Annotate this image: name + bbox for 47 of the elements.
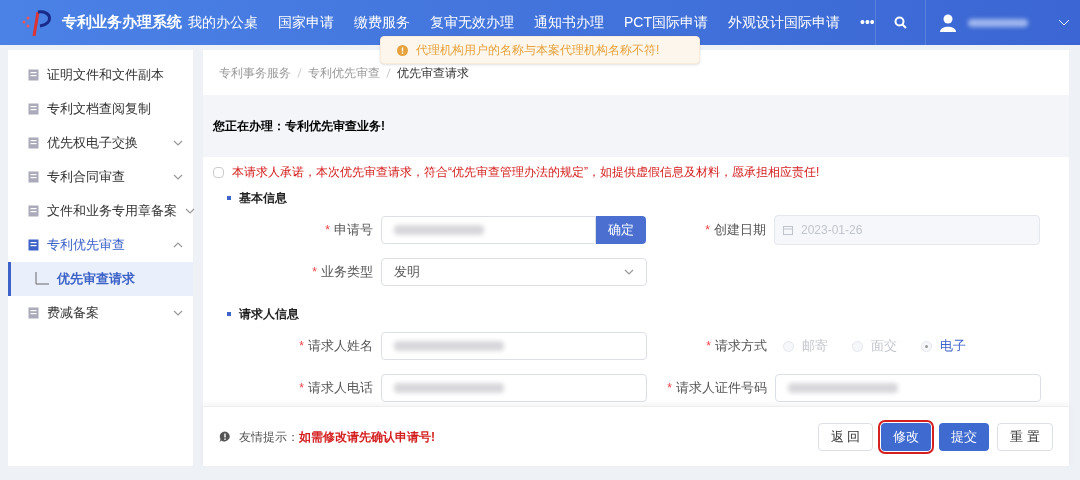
confirm-button[interactable]: 确定	[596, 216, 646, 244]
sidebar-item[interactable]: 费减备案	[8, 296, 193, 330]
field-label: 请求人姓名	[308, 337, 373, 356]
banner: 您正在办理：专利优先审查业务!	[203, 95, 1069, 157]
field-label: 创建日期	[714, 221, 766, 240]
nav-link[interactable]: PCT国际申请	[624, 12, 708, 33]
breadcrumb-link[interactable]: 专利事务服务	[219, 63, 291, 82]
sidebar-item[interactable]: 文件和业务专用章备案	[8, 194, 193, 228]
required-mark: *	[706, 338, 711, 355]
app-title: 专利业务办理系统	[62, 12, 182, 33]
nav-link[interactable]: 国家申请	[278, 12, 334, 33]
select-field[interactable]: 发明	[381, 258, 647, 286]
sidebar-item[interactable]: 专利文档查阅复制	[8, 92, 193, 126]
nav-link[interactable]: 通知书办理	[534, 12, 604, 33]
field-label: 请求人电话	[308, 379, 373, 398]
section-title: 基本信息	[239, 190, 287, 207]
required-mark: *	[312, 264, 317, 281]
required-mark: *	[299, 338, 304, 355]
nav-link[interactable]: 外观设计国际申请	[728, 12, 840, 33]
action-button[interactable]: 返 回	[817, 422, 874, 451]
required-mark: *	[299, 380, 304, 397]
breadcrumb-link[interactable]: 优先审查请求	[397, 63, 469, 82]
section-title: 请求人信息	[239, 306, 299, 323]
action-button[interactable]: 重 置	[997, 422, 1053, 451]
required-mark: *	[325, 222, 330, 239]
sidebar-subitem[interactable]: 优先审查请求	[8, 262, 193, 296]
field-label: 请求人证件号码	[676, 379, 767, 398]
sidebar-item[interactable]: 专利合同审查	[8, 160, 193, 194]
breadcrumb-link[interactable]: 专利优先审查	[308, 63, 380, 82]
hint-label: 友情提示：	[239, 428, 299, 446]
nav-link[interactable]: 缴费服务	[354, 12, 410, 33]
nav-link[interactable]: 复审无效办理	[430, 12, 514, 33]
nav-link[interactable]: •••	[860, 12, 875, 33]
toast: 代理机构用户的名称与本案代理机构名称不符!	[380, 36, 700, 64]
nav-link[interactable]: 我的办公桌	[188, 12, 258, 33]
required-mark: *	[705, 222, 710, 239]
field-label: 业务类型	[321, 263, 373, 282]
action-button[interactable]: 修改	[881, 422, 932, 451]
sidebar-item[interactable]: 证明文件和文件副本	[8, 58, 193, 92]
pledge-text: 本请求人承诺，本次优先审查请求，符合“优先审查管理办法的规定”，如提供虚假信息及材料，愿承担相应责任!	[232, 164, 820, 181]
required-mark: *	[667, 380, 672, 397]
action-button[interactable]: 提交	[939, 422, 990, 451]
field-label: 申请号	[334, 221, 373, 240]
hint-text: 如需修改请先确认申请号!	[299, 428, 435, 446]
sidebar-item[interactable]: 优先权电子交换	[8, 126, 193, 160]
field-label: 请求方式	[715, 337, 767, 356]
sidebar-item[interactable]: 专利优先审查	[8, 228, 193, 262]
